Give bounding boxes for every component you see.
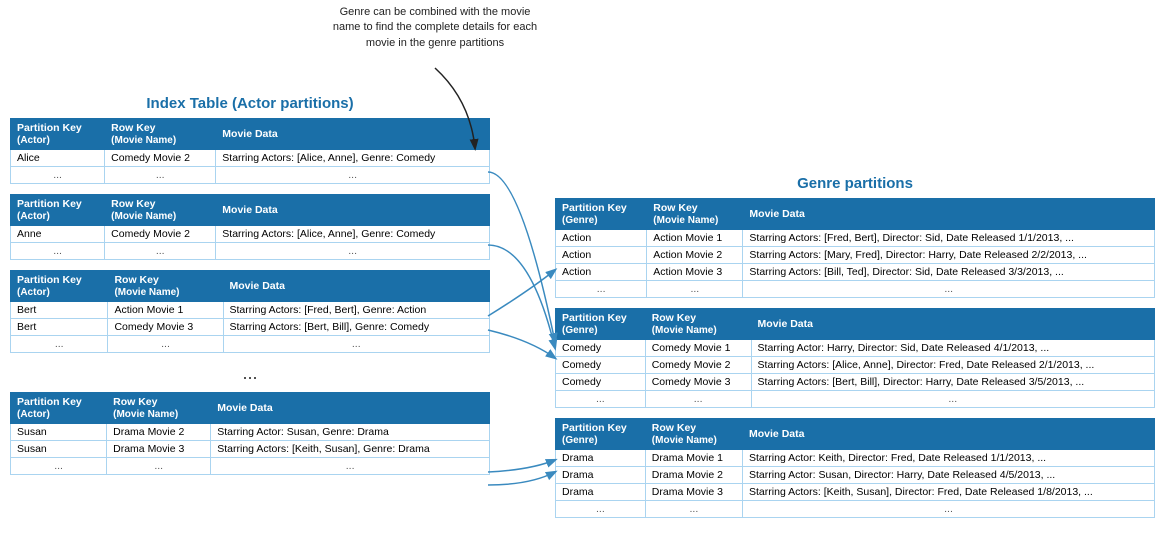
table-row: Action Action Movie 1 Starring Actors: [… — [556, 230, 1155, 247]
col-header-partition-key: Partition Key(Actor) — [11, 393, 107, 424]
table-row-dots: ... ... ... — [556, 391, 1155, 408]
col-header-genre-row-key: Row Key(Movie Name) — [645, 419, 742, 450]
table-row-dots: ... ... ... — [556, 501, 1155, 518]
alice-partition-table: Partition Key(Actor) Row Key(Movie Name)… — [10, 118, 490, 184]
col-header-genre-row-key: Row Key(Movie Name) — [645, 309, 751, 340]
drama-partition-table: Partition Key(Genre) Row Key(Movie Name)… — [555, 418, 1155, 518]
index-section-title: Index Table (Actor partitions) — [10, 95, 490, 112]
cell-row-key: Comedy Movie 2 — [105, 150, 216, 167]
table-row: Action Action Movie 3 Starring Actors: [… — [556, 264, 1155, 281]
table-row: Comedy Comedy Movie 2 Starring Actors: [… — [556, 357, 1155, 374]
table-row-dots: ... ... ... — [11, 167, 490, 184]
anne-partition-table: Partition Key(Actor) Row Key(Movie Name)… — [10, 194, 490, 260]
table-row: Drama Drama Movie 1 Starring Actor: Keit… — [556, 450, 1155, 467]
col-header-movie-data: Movie Data — [211, 393, 490, 424]
col-header-row-key: Row Key(Movie Name) — [105, 119, 216, 150]
table-row: Drama Drama Movie 2 Starring Actor: Susa… — [556, 467, 1155, 484]
table-row-dots: ... ... ... — [556, 281, 1155, 298]
genre-section-title: Genre partitions — [555, 175, 1155, 192]
annotation-text: Genre can be combined with the movie nam… — [333, 6, 537, 49]
table-row: Comedy Comedy Movie 1 Starring Actor: Ha… — [556, 340, 1155, 357]
col-header-genre-movie-data: Movie Data — [743, 419, 1155, 450]
col-header-genre-key: Partition Key(Genre) — [556, 419, 646, 450]
table-row: Susan Drama Movie 2 Starring Actor: Susa… — [11, 424, 490, 441]
table-row: Comedy Comedy Movie 3 Starring Actors: [… — [556, 374, 1155, 391]
cell-movie-data: Starring Actors: [Alice, Anne], Genre: C… — [216, 150, 490, 167]
table-row: Bert Action Movie 1 Starring Actors: [Fr… — [11, 302, 490, 319]
table-row: Alice Comedy Movie 2 Starring Actors: [A… — [11, 150, 490, 167]
col-header-genre-movie-data: Movie Data — [751, 309, 1154, 340]
susan-partition-table: Partition Key(Actor) Row Key(Movie Name)… — [10, 392, 490, 475]
bert-partition-table: Partition Key(Actor) Row Key(Movie Name)… — [10, 270, 490, 353]
col-header-movie-data: Movie Data — [216, 195, 490, 226]
action-partition-table: Partition Key(Genre) Row Key(Movie Name)… — [555, 198, 1155, 298]
comedy-partition-table: Partition Key(Genre) Row Key(Movie Name)… — [555, 308, 1155, 408]
col-header-movie-data: Movie Data — [223, 271, 489, 302]
page-container: Genre can be combined with the movie nam… — [0, 0, 1168, 538]
col-header-movie-data: Movie Data — [216, 119, 490, 150]
col-header-genre-movie-data: Movie Data — [743, 199, 1155, 230]
genre-section: Genre partitions Partition Key(Genre) Ro… — [555, 175, 1155, 528]
table-row: Anne Comedy Movie 2 Starring Actors: [Al… — [11, 226, 490, 243]
ellipsis-gap: ... — [10, 363, 490, 384]
table-row-dots: ... ... ... — [11, 243, 490, 260]
col-header-row-key: Row Key(Movie Name) — [108, 271, 223, 302]
table-row: Action Action Movie 2 Starring Actors: [… — [556, 247, 1155, 264]
table-row-dots: ... ... ... — [11, 336, 490, 353]
index-section: Index Table (Actor partitions) Partition… — [10, 95, 490, 485]
table-row-dots: ... ... ... — [11, 458, 490, 475]
col-header-genre-key: Partition Key(Genre) — [556, 309, 646, 340]
col-header-partition-key: Partition Key(Actor) — [11, 271, 108, 302]
col-header-row-key: Row Key(Movie Name) — [105, 195, 216, 226]
annotation-box: Genre can be combined with the movie nam… — [330, 5, 540, 51]
col-header-partition-key: Partition Key(Actor) — [11, 119, 105, 150]
col-header-row-key: Row Key(Movie Name) — [107, 393, 211, 424]
table-row: Bert Comedy Movie 3 Starring Actors: [Be… — [11, 319, 490, 336]
col-header-genre-row-key: Row Key(Movie Name) — [647, 199, 743, 230]
col-header-genre-key: Partition Key(Genre) — [556, 199, 647, 230]
cell-partition-key: Alice — [11, 150, 105, 167]
table-row: Susan Drama Movie 3 Starring Actors: [Ke… — [11, 441, 490, 458]
table-row: Drama Drama Movie 3 Starring Actors: [Ke… — [556, 484, 1155, 501]
col-header-partition-key: Partition Key(Actor) — [11, 195, 105, 226]
